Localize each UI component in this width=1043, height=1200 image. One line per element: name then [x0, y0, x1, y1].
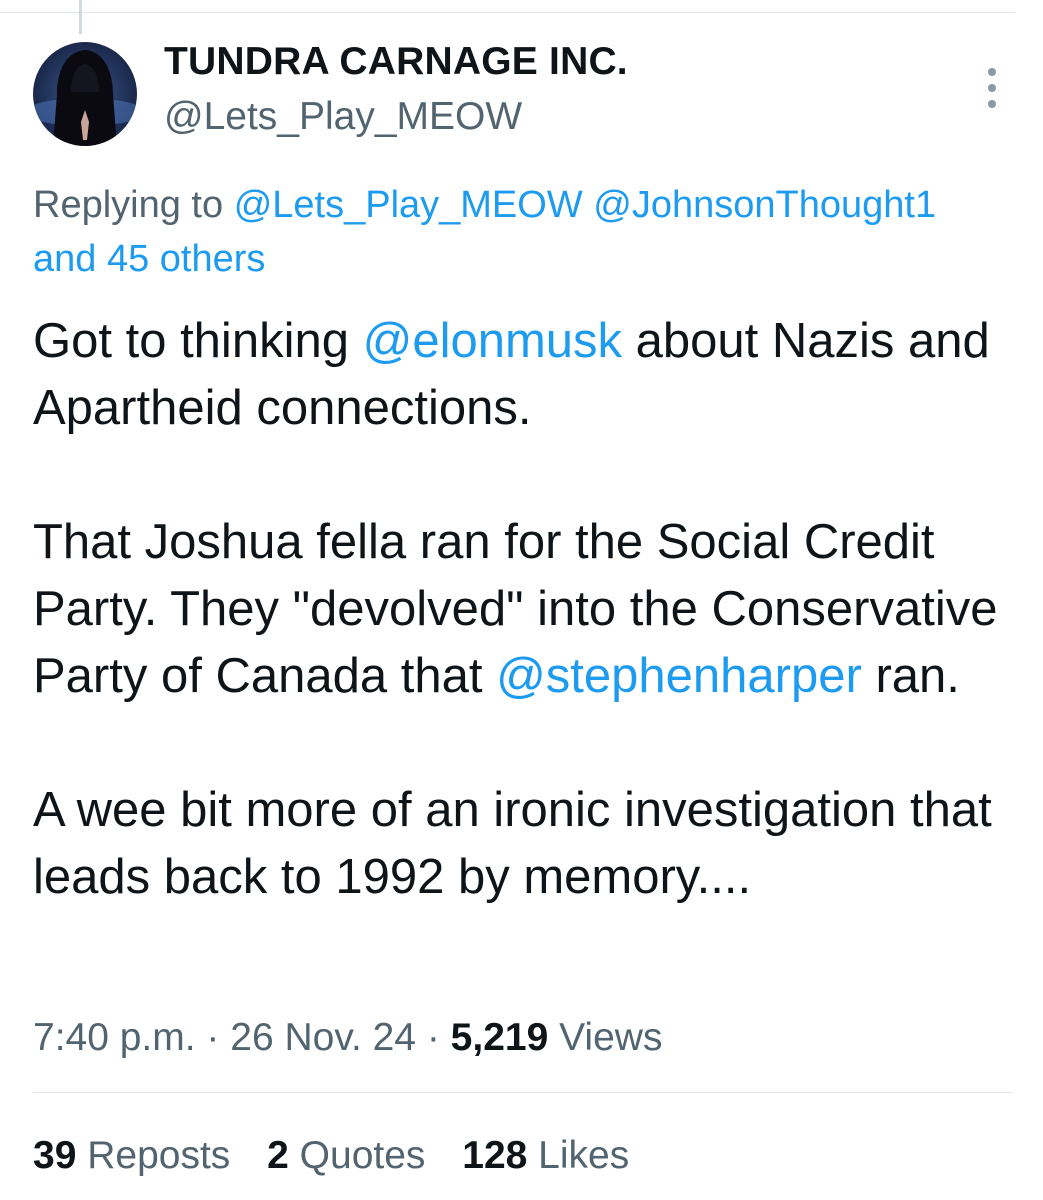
- quotes-label: Quotes: [288, 1134, 426, 1177]
- replying-to-line: Replying to @Lets_Play_MEOW @JohnsonThou…: [33, 176, 1043, 234]
- tweet-text: Got to thinking @elonmusk about Nazis an…: [33, 308, 1033, 911]
- thread-connector-line: [79, 0, 82, 34]
- stats-divider: [33, 1092, 1013, 1093]
- meta-separator: ·: [416, 1016, 451, 1059]
- tweet-metadata: 7:40 p.m. · 26 Nov. 24 · 5,219 Views: [33, 1010, 662, 1066]
- views-count: 5,219: [450, 1016, 549, 1059]
- tweet-date[interactable]: 26 Nov. 24: [230, 1016, 416, 1059]
- more-vertical-icon: [988, 68, 996, 76]
- replying-to-label: Replying to: [33, 184, 224, 226]
- reply-mention-link[interactable]: @Lets_Play_MEOW: [234, 184, 583, 226]
- mention-link[interactable]: @stephenharper: [496, 649, 862, 703]
- top-divider: [0, 12, 1015, 13]
- reposts-count: 39: [33, 1134, 77, 1177]
- hooded-figure-avatar-icon: [33, 50, 137, 146]
- views-label: Views: [548, 1016, 663, 1059]
- tweet-paragraph: A wee bit more of an ironic investigatio…: [33, 783, 992, 904]
- reposts-label: Reposts: [76, 1134, 231, 1177]
- tweet-paragraph: Got to thinking @elonmusk about Nazis an…: [33, 308, 1033, 442]
- author-handle[interactable]: @Lets_Play_MEOW: [164, 95, 522, 139]
- quotes-stat[interactable]: 2 Quotes: [267, 1134, 425, 1177]
- meta-separator: ·: [195, 1016, 231, 1059]
- tweet-text-segment: Got to thinking: [33, 314, 363, 368]
- tweet-time[interactable]: 7:40 p.m.: [33, 1016, 196, 1059]
- tweet-paragraph: That Joshua fella ran for the Social Cre…: [33, 509, 1033, 710]
- more-vertical-icon-dot: [988, 84, 996, 92]
- more-options-button[interactable]: [978, 68, 1006, 108]
- mention-link[interactable]: @elonmusk: [363, 314, 622, 368]
- likes-count: 128: [462, 1134, 528, 1177]
- engagement-stats: 39 Reposts 2 Quotes 128 Likes: [33, 1128, 655, 1184]
- reply-others-link[interactable]: and 45 others: [33, 234, 265, 284]
- likes-label: Likes: [527, 1134, 630, 1177]
- avatar[interactable]: [33, 42, 137, 146]
- more-vertical-icon-dot: [988, 100, 996, 108]
- author-display-name[interactable]: TUNDRA CARNAGE INC.: [164, 40, 628, 84]
- tweet-text-segment: ran.: [861, 649, 960, 703]
- reply-mention-link[interactable]: @JohnsonThought1: [593, 184, 936, 226]
- likes-stat[interactable]: 128 Likes: [462, 1134, 629, 1177]
- quotes-count: 2: [267, 1134, 289, 1177]
- reposts-stat[interactable]: 39 Reposts: [33, 1134, 230, 1177]
